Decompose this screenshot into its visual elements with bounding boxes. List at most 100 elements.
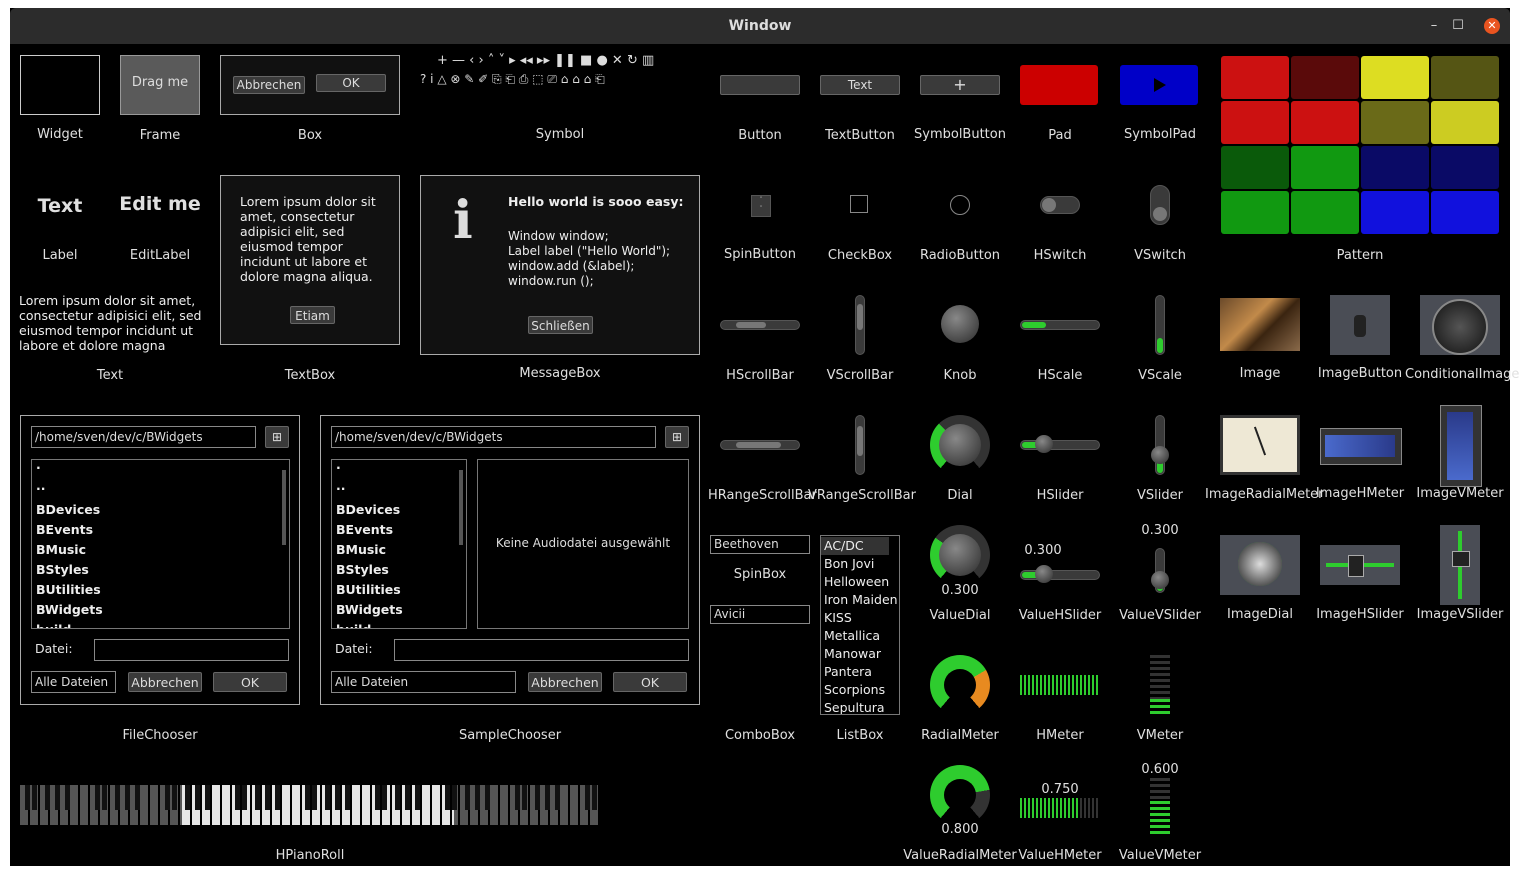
pattern-cell[interactable] [1361, 146, 1429, 189]
hscale-demo[interactable] [1020, 320, 1100, 330]
schliessen-button[interactable]: Schließen [528, 316, 593, 334]
list-item[interactable]: Manowar [821, 645, 899, 663]
image-dial-icon[interactable] [1220, 535, 1300, 595]
list-item[interactable]: build [332, 620, 466, 628]
filechooser-filter-select[interactable]: Alle Dateien [31, 671, 116, 693]
new-folder-icon[interactable]: ⊞ [265, 426, 289, 448]
list-item[interactable]: BUtilities [32, 580, 289, 600]
list-item[interactable]: BMusic [32, 540, 289, 560]
hscrollbar-demo[interactable] [720, 320, 800, 330]
list-item[interactable]: Pantera [821, 663, 899, 681]
list-item[interactable]: .. [32, 476, 289, 500]
filechooser-cancel-button[interactable]: Abbrechen [128, 672, 202, 692]
pattern-cell[interactable] [1431, 146, 1499, 189]
hswitch-demo[interactable] [1040, 196, 1080, 214]
hrangescrollbar-demo[interactable] [720, 440, 800, 450]
frame-demo[interactable]: Drag me [120, 55, 200, 115]
samplechooser-file-field[interactable] [394, 639, 689, 661]
list-item[interactable]: Bon Jovi [821, 555, 899, 573]
spinbox-field[interactable]: Beethoven [710, 535, 810, 554]
list-item[interactable]: BStyles [32, 560, 289, 580]
symbolbutton-demo[interactable]: + [920, 75, 1000, 95]
pad-demo[interactable] [1020, 65, 1098, 105]
etiam-button[interactable]: Etiam [290, 306, 335, 324]
pattern-cell[interactable] [1221, 56, 1289, 99]
pattern-cell[interactable] [1361, 191, 1429, 234]
valuehslider-demo[interactable] [1020, 565, 1100, 583]
list-item[interactable]: BStyles [332, 560, 466, 580]
valuevslider-demo[interactable] [1151, 548, 1169, 593]
pattern-cell[interactable] [1361, 101, 1429, 144]
button-demo[interactable] [720, 75, 800, 95]
filechooser-list[interactable]: . .. BDevices BEvents BMusic BStyles BUt… [31, 459, 290, 629]
list-scrollbar[interactable] [459, 470, 463, 545]
list-item[interactable]: BDevices [332, 500, 466, 520]
samplechooser-ok-button[interactable]: OK [613, 672, 687, 692]
valuedial-demo[interactable] [930, 525, 990, 585]
list-item[interactable]: .. [332, 476, 466, 500]
pattern-cell[interactable] [1361, 56, 1429, 99]
new-folder-icon[interactable]: ⊞ [665, 426, 689, 448]
list-scrollbar[interactable] [282, 470, 286, 545]
maximize-button[interactable]: ☐ [1450, 18, 1466, 34]
list-item[interactable]: BEvents [32, 520, 289, 540]
pattern-cell[interactable] [1431, 56, 1499, 99]
list-item[interactable]: Iron Maiden [821, 591, 899, 609]
vscale-demo[interactable] [1155, 295, 1165, 355]
list-item[interactable]: BWidgets [332, 600, 466, 620]
list-item[interactable]: BEvents [332, 520, 466, 540]
filechooser-file-field[interactable] [94, 639, 289, 661]
hpianoroll-demo[interactable] [20, 785, 600, 825]
pattern-cell[interactable] [1221, 146, 1289, 189]
image-hslider-icon[interactable] [1320, 545, 1400, 585]
list-item[interactable]: Helloween [821, 573, 899, 591]
spinbutton-demo[interactable]: ˄ ˅ [751, 195, 771, 217]
pattern-cell[interactable] [1431, 101, 1499, 144]
pattern-cell[interactable] [1291, 101, 1359, 144]
box-ok-button[interactable]: OK [316, 74, 386, 92]
list-item[interactable]: AC/DC [821, 537, 889, 555]
vscrollbar-demo[interactable] [855, 295, 865, 355]
filechooser-path-field[interactable]: /home/sven/dev/c/BWidgets [31, 426, 256, 448]
image-vslider-icon[interactable] [1440, 525, 1480, 605]
editlabel-demo[interactable]: Edit me [112, 193, 208, 215]
vslider-demo[interactable] [1151, 415, 1169, 475]
combobox-field[interactable]: Avicii [710, 605, 810, 624]
list-item[interactable]: build [32, 620, 289, 628]
list-item[interactable]: BWidgets [32, 600, 289, 620]
list-item[interactable]: . [332, 460, 466, 476]
minimize-button[interactable]: – [1426, 18, 1442, 34]
box-cancel-button[interactable]: Abbrechen [233, 76, 305, 94]
pattern-cell[interactable] [1291, 146, 1359, 189]
toggle-switch-icon[interactable] [1330, 295, 1390, 355]
pattern-cell[interactable] [1221, 191, 1289, 234]
pattern-cell[interactable] [1291, 56, 1359, 99]
close-button[interactable]: ✕ [1484, 18, 1500, 34]
samplechooser-filter-select[interactable]: Alle Dateien [331, 671, 516, 693]
list-item[interactable]: KISS [821, 609, 899, 627]
textbutton-demo[interactable]: Text [820, 75, 900, 95]
hslider-demo[interactable] [1020, 435, 1100, 453]
list-item[interactable]: Scorpions [821, 681, 899, 699]
pattern-cell[interactable] [1291, 191, 1359, 234]
pattern-cell[interactable] [1431, 191, 1499, 234]
list-item[interactable]: BDevices [32, 500, 289, 520]
pattern-cell[interactable] [1221, 101, 1289, 144]
samplechooser-list[interactable]: . .. BDevices BEvents BMusic BStyles BUt… [331, 459, 467, 629]
list-item[interactable]: BMusic [332, 540, 466, 560]
samplechooser-path-field[interactable]: /home/sven/dev/c/BWidgets [331, 426, 656, 448]
list-item[interactable]: Metallica [821, 627, 899, 645]
vswitch-demo[interactable] [1150, 185, 1170, 225]
list-item[interactable]: Sepultura [821, 699, 899, 714]
filechooser-ok-button[interactable]: OK [213, 672, 287, 692]
radiobutton-demo[interactable] [950, 195, 970, 215]
dial-demo[interactable] [930, 415, 990, 475]
checkbox-demo[interactable] [850, 195, 868, 213]
list-item[interactable]: BUtilities [332, 580, 466, 600]
listbox[interactable]: AC/DC Bon Jovi Helloween Iron Maiden KIS… [820, 535, 900, 715]
knob-demo[interactable] [941, 305, 979, 343]
samplechooser-cancel-button[interactable]: Abbrechen [528, 672, 602, 692]
symbolpad-demo[interactable] [1120, 65, 1198, 105]
selector-knob-icon[interactable] [1420, 295, 1500, 355]
vrangescrollbar-demo[interactable] [855, 415, 865, 475]
